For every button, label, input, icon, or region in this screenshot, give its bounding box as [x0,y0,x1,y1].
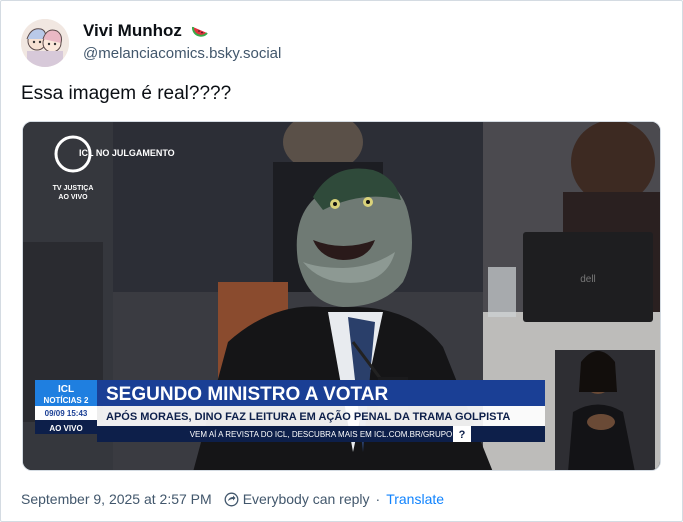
live-badge: AO VIVO [49,424,82,433]
post-header: Vivi Munhoz @melanciacomics.bsky.social [21,17,661,69]
reply-setting[interactable]: Everybody can reply [243,491,370,507]
post-body-text: Essa imagem é real???? [21,83,232,104]
post-image[interactable]: dell ICL NO JULGAMENTO TV JUSTIÇA AO VIV… [22,121,661,471]
author-display-name[interactable]: Vivi Munhoz [83,21,209,41]
translate-link[interactable]: Translate [386,491,444,507]
post-meta: September 9, 2025 at 2:57 PM Everybody c… [21,489,444,509]
date-time: 09/09 15:43 [45,409,88,418]
headline-text: SEGUNDO MINISTRO A VOTAR [106,384,388,405]
watermelon-icon [191,21,209,39]
ticker-text: VEM AÍ A REVISTA DO ICL, DESCUBRA MAIS E… [190,430,453,439]
separator: · [375,491,381,507]
avatar[interactable] [21,19,69,67]
channel-logo-text: ICL NO JULGAMENTO [79,148,175,158]
source-line-2: AO VIVO [58,194,88,201]
reply-permission-icon [224,492,239,507]
source-line-1: TV JUSTIÇA [53,185,94,192]
avatar-illustration [21,19,69,67]
author-name-text: Vivi Munhoz [83,21,182,40]
subheadline-text: APÓS MORAES, DINO FAZ LEITURA EM AÇÃO PE… [106,410,510,423]
post-card: Vivi Munhoz @melanciacomics.bsky.social … [0,0,683,522]
brand-bottom: NOTÍCIAS 2 [44,396,89,405]
post-timestamp[interactable]: September 9, 2025 at 2:57 PM [21,491,212,507]
brand-top: ICL [58,384,74,395]
author-handle[interactable]: @melanciacomics.bsky.social [83,45,281,62]
svg-text:?: ? [459,429,466,441]
laptop-brand: dell [580,274,596,285]
